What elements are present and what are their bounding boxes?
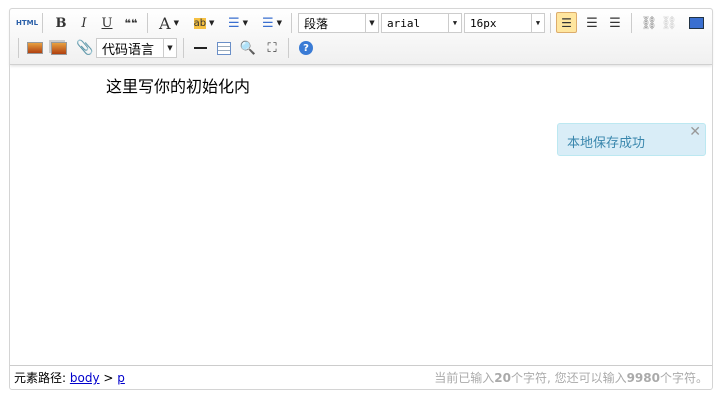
element-path-label: 元素路径: [14, 371, 67, 385]
attachment-button[interactable]: 📎 [75, 38, 95, 58]
multi-image-icon [51, 41, 67, 55]
underline-button[interactable]: U [98, 13, 116, 33]
unlink-button[interactable]: ⛓ [659, 13, 679, 33]
separator [550, 13, 551, 33]
dropdown-arrow-icon: ▼ [276, 19, 283, 27]
count-suffix: 个字符。 [659, 371, 708, 385]
align-right-button[interactable]: ☰ [605, 13, 625, 33]
blockquote-button[interactable]: ❝❝ [121, 13, 141, 33]
image-icon [27, 42, 43, 54]
count-prefix: 当前已输入 [434, 371, 495, 385]
editor-content[interactable]: 这里写你的初始化内 本地保存成功 ✕ [10, 65, 712, 365]
path-link-body[interactable]: body [70, 371, 100, 385]
insert-table-button[interactable] [214, 38, 234, 58]
ordered-list-icon: ☰ [227, 15, 240, 31]
char-count: 20 [494, 371, 511, 385]
dropdown-arrow-icon: ▼ [209, 19, 215, 27]
separator [288, 38, 289, 58]
paragraph-value: 段落 [304, 16, 329, 31]
binoculars-icon: ⛶ [267, 40, 277, 56]
dropdown-arrow-icon[interactable]: ▼ [365, 14, 378, 32]
dropdown-arrow-icon: ▼ [242, 19, 249, 27]
word-count: 当前已输入20个字符, 您还可以输入9980个字符。 [434, 369, 708, 386]
dropdown-arrow-icon[interactable]: ▼ [531, 14, 544, 32]
help-icon: ? [299, 41, 313, 55]
highlighter-icon: ab [193, 17, 207, 29]
remaining-count: 9980 [626, 371, 660, 385]
magnifier-icon: 🔍 [239, 40, 257, 56]
dropdown-arrow-icon[interactable]: ▼ [163, 39, 176, 57]
link-button[interactable]: ⛓ [639, 13, 659, 33]
unordered-list-icon: ☰ [261, 15, 274, 31]
content-text[interactable]: 这里写你的初始化内 [106, 73, 250, 97]
link-icon: ⛓ [640, 15, 658, 31]
toolbar: HTML B I U ❝❝ A ▼ ab ▼ ☰ ▼ ☰ ▼ 段落 ▼ arial ▼ 16… [10, 9, 712, 65]
editor: HTML B I U ❝❝ A ▼ ab ▼ ☰ ▼ ☰ ▼ 段落 ▼ arial ▼ 16… [9, 8, 713, 390]
font-size-select[interactable]: 16px ▼ [464, 13, 545, 33]
close-icon[interactable]: ✕ [689, 124, 701, 140]
code-language-value: 代码语言 [102, 42, 155, 58]
save-notification: 本地保存成功 ✕ [557, 123, 706, 156]
path-separator: > [103, 371, 114, 385]
font-family-select[interactable]: arial ▼ [381, 13, 462, 33]
font-color-icon: A [159, 13, 171, 33]
count-mid: 个字符, 您还可以输入 [510, 371, 627, 385]
path-link-p[interactable]: p [117, 371, 125, 385]
highlight-button[interactable]: ab ▼ [190, 13, 218, 33]
unlink-icon: ⛓ [660, 15, 678, 31]
paperclip-icon: 📎 [76, 40, 94, 56]
align-right-icon: ☰ [609, 15, 621, 31]
separator [631, 13, 632, 33]
align-left-button[interactable]: ☰ [556, 12, 577, 33]
italic-button[interactable]: I [75, 13, 93, 33]
preview-button[interactable] [686, 13, 706, 33]
help-button[interactable]: ? [296, 38, 316, 58]
align-center-button[interactable]: ☰ [582, 13, 602, 33]
table-icon [217, 41, 231, 55]
horizontal-rule-icon [193, 47, 207, 49]
separator [18, 38, 19, 58]
separator [291, 13, 292, 33]
font-color-button[interactable]: A ▼ [155, 13, 183, 33]
separator [183, 38, 184, 58]
multi-image-button[interactable] [48, 38, 70, 58]
monitor-icon [688, 17, 704, 29]
status-bar: 元素路径: body > p 当前已输入20个字符, 您还可以输入9980个字符… [10, 365, 712, 389]
find-replace-button[interactable]: ⛶ [262, 38, 282, 58]
dropdown-arrow-icon[interactable]: ▼ [448, 14, 461, 32]
source-html-button[interactable]: HTML [16, 13, 38, 33]
element-path: 元素路径: body > p [14, 369, 125, 386]
font-family-value: arial [387, 16, 421, 30]
search-button[interactable]: 🔍 [238, 38, 258, 58]
dropdown-arrow-icon: ▼ [173, 19, 179, 27]
bold-button[interactable]: B [52, 13, 70, 33]
insert-image-button[interactable] [25, 38, 45, 58]
code-language-select[interactable]: 代码语言 ▼ [96, 38, 177, 58]
notification-text: 本地保存成功 [567, 136, 646, 151]
font-size-value: 16px [470, 16, 497, 30]
align-left-icon: ☰ [561, 15, 572, 30]
align-center-icon: ☰ [586, 15, 598, 31]
separator [42, 13, 43, 33]
ordered-list-button[interactable]: ☰ ▼ [224, 13, 252, 33]
unordered-list-button[interactable]: ☰ ▼ [258, 13, 286, 33]
paragraph-select[interactable]: 段落 ▼ [298, 13, 379, 33]
horizontal-rule-button[interactable] [190, 38, 210, 58]
separator [147, 13, 148, 33]
